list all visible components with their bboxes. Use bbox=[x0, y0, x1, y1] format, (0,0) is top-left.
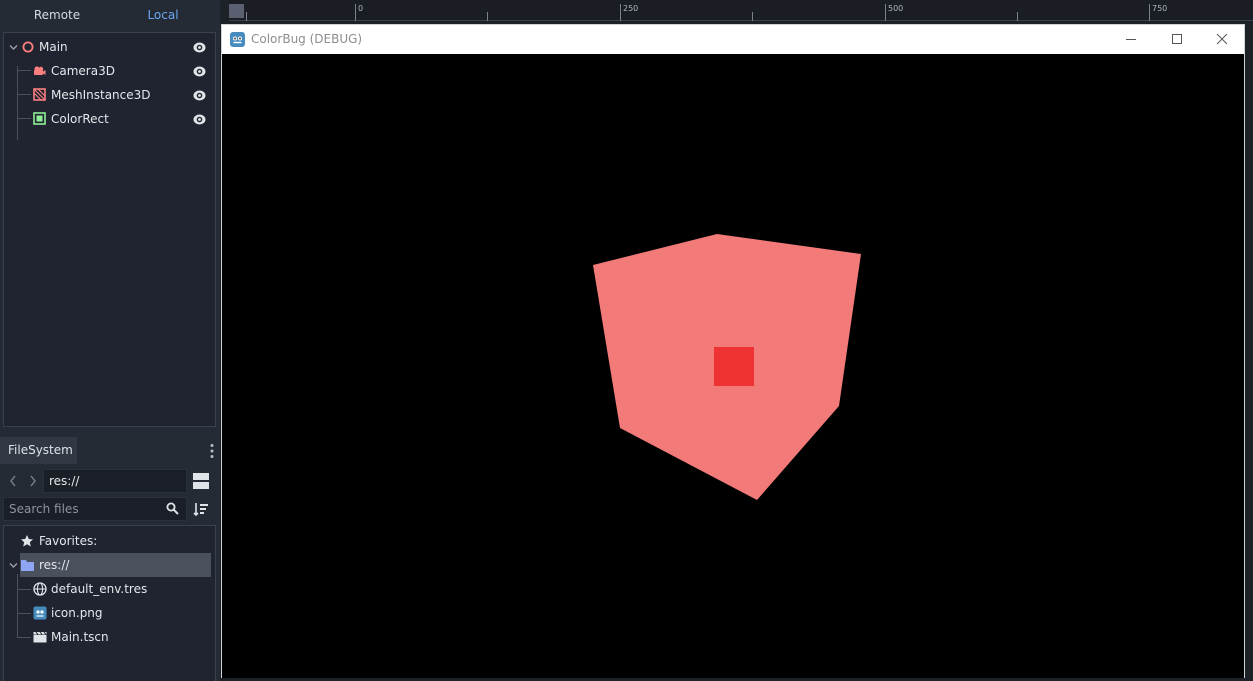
tree-item-label: Camera3D bbox=[51, 64, 115, 78]
minimize-icon[interactable] bbox=[1108, 25, 1154, 54]
split-mode-icon[interactable] bbox=[192, 472, 210, 490]
ruler-tick bbox=[487, 12, 488, 21]
ruler-tick bbox=[246, 12, 247, 21]
camera-icon bbox=[34, 66, 46, 75]
star-icon bbox=[21, 535, 33, 547]
ruler-tick bbox=[620, 4, 621, 21]
tree-item-label: ColorRect bbox=[51, 112, 109, 126]
ruler-tick bbox=[1017, 12, 1018, 21]
forward-icon[interactable] bbox=[28, 473, 38, 489]
path-field[interactable]: res:// bbox=[43, 469, 187, 493]
visibility-eye-icon[interactable] bbox=[193, 65, 206, 78]
tree-item-label: Main bbox=[39, 40, 68, 54]
color-rect bbox=[714, 347, 754, 386]
tree-item-label: MeshInstance3D bbox=[51, 88, 151, 102]
tree-item-colorrect[interactable]: ColorRect bbox=[4, 107, 215, 131]
maximize-icon[interactable] bbox=[1154, 25, 1200, 54]
mesh-icon bbox=[33, 88, 46, 101]
ruler-label: 750 bbox=[1152, 4, 1168, 13]
scene-tree: Main Camera3D MeshInstance3D ColorRect bbox=[3, 32, 216, 427]
scene-render bbox=[593, 234, 861, 500]
tab-remote[interactable]: Remote bbox=[4, 0, 110, 30]
image-icon bbox=[33, 606, 47, 620]
ruler-label: 0 bbox=[358, 4, 364, 13]
game-viewport[interactable] bbox=[222, 54, 1244, 678]
visibility-eye-icon[interactable] bbox=[193, 89, 206, 102]
node3d-icon bbox=[22, 41, 34, 53]
window-titlebar[interactable]: ColorBug (DEBUG) bbox=[222, 25, 1244, 54]
visibility-eye-icon[interactable] bbox=[193, 41, 206, 54]
search-row: Search files bbox=[0, 497, 220, 521]
favorites-item[interactable]: Favorites: bbox=[4, 529, 215, 553]
file-item[interactable]: icon.png bbox=[4, 601, 215, 625]
folder-icon bbox=[21, 560, 34, 571]
tab-local[interactable]: Local bbox=[110, 0, 216, 30]
search-files-input[interactable]: Search files bbox=[3, 497, 187, 521]
kebab-menu-icon[interactable] bbox=[210, 443, 214, 459]
file-label: default_env.tres bbox=[51, 582, 148, 596]
filesystem-header: FileSystem bbox=[0, 437, 220, 464]
file-item[interactable]: Main.tscn bbox=[4, 625, 215, 649]
favorites-label: Favorites: bbox=[39, 534, 98, 548]
sort-icon[interactable] bbox=[193, 501, 209, 517]
folder-label: res:// bbox=[39, 558, 70, 572]
scene-tabs: Remote Local bbox=[4, 0, 216, 30]
visibility-eye-icon[interactable] bbox=[193, 113, 206, 126]
editor-right-edge bbox=[1245, 24, 1253, 681]
ruler-label: 500 bbox=[888, 4, 904, 13]
globe-icon bbox=[33, 582, 47, 596]
tree-item-camera3d[interactable]: Camera3D bbox=[4, 59, 215, 83]
editor-root: Remote Local Main Camera3D MeshInstance3… bbox=[0, 0, 1253, 681]
folder-res-root[interactable]: res:// bbox=[20, 553, 211, 577]
ruler-corner bbox=[229, 4, 244, 18]
tree-item-main[interactable]: Main bbox=[4, 35, 215, 59]
search-icon bbox=[166, 502, 179, 515]
game-window: ColorBug (DEBUG) bbox=[221, 24, 1245, 678]
tab-filesystem[interactable]: FileSystem bbox=[0, 437, 77, 464]
file-label: Main.tscn bbox=[51, 630, 109, 644]
back-icon[interactable] bbox=[8, 473, 18, 489]
ruler-tick bbox=[752, 12, 753, 21]
path-row: res:// bbox=[0, 468, 220, 494]
file-item[interactable]: default_env.tres bbox=[4, 577, 215, 601]
ruler-tick bbox=[355, 4, 356, 21]
close-icon[interactable] bbox=[1199, 25, 1245, 54]
tree-item-meshinstance3d[interactable]: MeshInstance3D bbox=[4, 83, 215, 107]
left-dock: Remote Local Main Camera3D MeshInstance3… bbox=[0, 0, 220, 681]
colorrect-icon bbox=[33, 112, 46, 125]
window-title: ColorBug (DEBUG) bbox=[251, 32, 363, 46]
clapper-icon bbox=[33, 631, 47, 643]
canvas-ruler: 0 250 500 750 bbox=[229, 0, 1253, 21]
ruler-tick bbox=[1149, 4, 1150, 21]
ruler-tick bbox=[885, 4, 886, 21]
chevron-down-icon[interactable] bbox=[9, 43, 18, 52]
filesystem-tree: Favorites: res:// default_env.tres icon.… bbox=[3, 525, 216, 681]
file-label: icon.png bbox=[51, 606, 103, 620]
ruler-label: 250 bbox=[623, 4, 639, 13]
godot-app-icon bbox=[230, 32, 245, 47]
chevron-down-icon[interactable] bbox=[9, 561, 18, 570]
